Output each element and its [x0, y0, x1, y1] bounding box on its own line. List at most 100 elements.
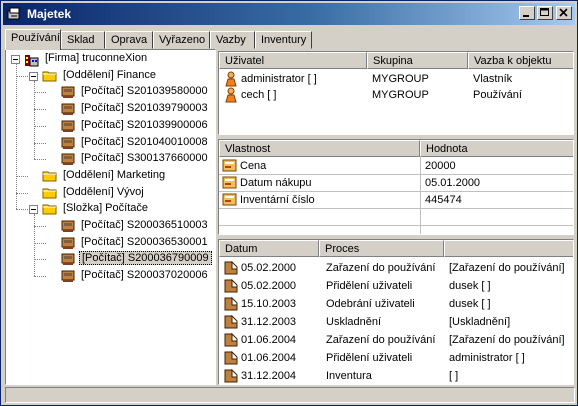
column-header-process[interactable]: Proces — [319, 240, 444, 257]
users-table: Uživatel Skupina Vazba k objektu adminis… — [218, 51, 574, 135]
tab-sklad[interactable]: Sklad — [61, 31, 105, 49]
main-window: Majetek Používání Sklad Oprava Vyřazeno … — [0, 0, 578, 406]
tree-item[interactable]: [Oddělení] Finance — [6, 68, 211, 84]
minimize-icon — [523, 15, 529, 17]
computer-icon — [61, 86, 75, 99]
tree-item[interactable]: [Počítač] S200036530001 — [6, 235, 211, 251]
history-icon — [224, 260, 238, 275]
collapse-toggle[interactable] — [29, 71, 38, 81]
property-icon — [222, 193, 237, 206]
collapse-toggle[interactable] — [29, 205, 38, 215]
property-value[interactable]: 20000 — [425, 158, 456, 174]
history-date: 31.12.2003 — [241, 316, 297, 328]
history-detail: [Zařazení do používání] — [449, 262, 565, 274]
user-name[interactable]: administrator [ ] — [241, 71, 317, 87]
computer-icon — [61, 103, 75, 116]
folder-icon — [42, 71, 57, 82]
column-header-user[interactable]: Uživatel — [219, 52, 367, 69]
history-table: Datum Proces 05.02.2000 Zařazení do použí… — [218, 239, 574, 385]
tree-item-label: [Oddělení] Vývoj — [63, 185, 144, 198]
history-detail: [Uskladnění] — [449, 316, 511, 328]
history-icon — [224, 314, 238, 329]
history-date: 05.02.2000 — [241, 280, 297, 292]
maximize-button[interactable] — [537, 6, 553, 20]
tree-item-label: [Počítač] S201039580000 — [81, 85, 208, 98]
tree-item[interactable]: [Oddělení] Vývoj — [6, 185, 211, 201]
tree-item-label: [Složka] Počítače — [63, 202, 148, 215]
property-value[interactable]: 05.01.2000 — [425, 175, 480, 191]
history-icon — [224, 278, 238, 293]
user-group: MYGROUP — [372, 73, 429, 85]
tree-item[interactable]: [Oddělení] Marketing — [6, 168, 211, 184]
tree-item[interactable]: [Počítač] S201039900006 — [6, 118, 211, 134]
tree-item-label: [Počítač] S201039900006 — [81, 118, 208, 131]
title-bar[interactable]: Majetek — [3, 3, 575, 25]
tab-inventury[interactable]: Inventury — [255, 31, 312, 49]
tree-item[interactable]: [Počítač] S200036510003 — [6, 218, 211, 234]
tab-pouzivani[interactable]: Používání — [5, 29, 61, 50]
computer-icon — [61, 153, 75, 166]
properties-table: Vlastnost Hodnota Cena 20000 Datum nákupu 0… — [218, 139, 574, 235]
tree-item-label: [Počítač] S300137660000 — [81, 152, 208, 165]
user-relation: Používání — [473, 89, 522, 101]
tree-item-label: [Počítač] S200036790009 — [79, 251, 212, 266]
tree-item-label: [Počítač] S201039790003 — [81, 102, 208, 115]
tree-item[interactable]: [Počítač] S200036790009 — [6, 251, 212, 267]
property-value[interactable]: 445474 — [425, 192, 462, 208]
company-icon — [25, 55, 39, 67]
computer-icon — [61, 120, 75, 132]
property-icon — [222, 176, 237, 189]
tree-item[interactable]: [Počítač] S201040010008 — [6, 135, 211, 151]
app-icon — [7, 7, 20, 20]
tree-item-label: [Oddělení] Marketing — [63, 168, 166, 181]
property-name: Inventární číslo — [240, 194, 315, 206]
column-header-property[interactable]: Vlastnost — [219, 140, 420, 157]
grid-line — [219, 208, 573, 209]
folder-icon — [42, 188, 57, 199]
computer-icon — [61, 253, 75, 266]
minimize-button[interactable] — [519, 6, 535, 20]
history-process: Inventura — [326, 370, 372, 382]
computer-icon — [61, 137, 75, 149]
user-name[interactable]: cech [ ] — [241, 87, 276, 103]
history-process: Uskladnění — [326, 316, 382, 328]
tab-oprava[interactable]: Oprava — [105, 31, 153, 49]
column-header-value[interactable]: Hodnota — [420, 140, 573, 157]
tree-item[interactable]: [Složka] Počítače — [6, 201, 211, 217]
history-detail: administrator [ ] — [449, 352, 525, 364]
history-process: Zařazení do používání — [326, 334, 436, 346]
tree-item-label: [Firma] truconneXion — [45, 52, 148, 64]
collapse-toggle[interactable] — [11, 55, 20, 64]
history-detail: dusek [ ] — [449, 280, 491, 292]
close-button[interactable] — [556, 6, 572, 20]
tree-item[interactable]: [Počítač] S200037020006 — [6, 268, 211, 284]
history-date: 15.10.2003 — [241, 298, 297, 310]
asset-tree[interactable]: [Firma] truconneXion [Oddělení] Finance [P… — [5, 49, 216, 385]
user-icon — [225, 71, 237, 87]
user-icon — [225, 87, 237, 103]
history-icon — [224, 296, 238, 311]
computer-icon — [61, 237, 75, 249]
close-icon — [559, 8, 568, 17]
column-header-date[interactable]: Datum — [219, 240, 319, 257]
tree-item[interactable]: [Počítač] S300137660000 — [6, 151, 211, 167]
column-header-detail[interactable] — [444, 240, 573, 257]
column-header-group[interactable]: Skupina — [367, 52, 468, 69]
tree-item[interactable]: [Počítač] S201039790003 — [6, 101, 211, 117]
tree-item[interactable]: [Firma] truconneXion — [6, 51, 211, 67]
history-icon — [224, 368, 238, 383]
history-icon — [224, 332, 238, 347]
tab-vyrazeno[interactable]: Vyřazeno — [153, 31, 210, 49]
user-relation: Vlastník — [473, 73, 513, 85]
computer-icon — [61, 270, 75, 283]
grid-line — [420, 157, 421, 234]
tab-vazby[interactable]: Vazby — [210, 31, 255, 49]
column-header-relation[interactable]: Vazba k objektu — [468, 52, 573, 69]
tree-item[interactable]: [Počítač] S201039580000 — [6, 84, 211, 100]
status-bar — [5, 387, 575, 403]
history-date: 01.06.2004 — [241, 352, 297, 364]
property-icon — [222, 159, 237, 172]
maximize-icon — [540, 8, 549, 16]
history-date: 01.06.2004 — [241, 334, 297, 346]
window-title: Majetek — [27, 7, 72, 21]
